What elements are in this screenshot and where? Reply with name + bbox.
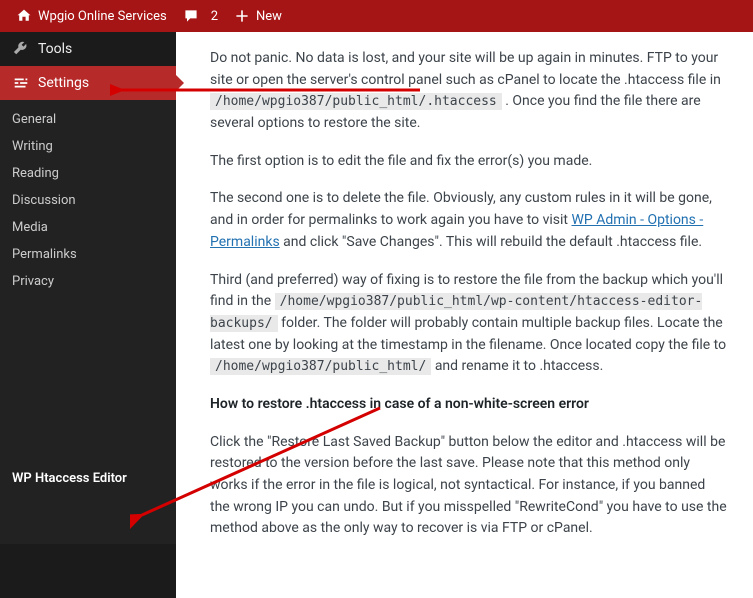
comments-count: 2 — [211, 9, 218, 24]
paragraph-intro: Do not panic. No data is lost, and your … — [210, 48, 727, 135]
paragraph-restore-button: Click the "Restore Last Saved Backup" bu… — [210, 432, 727, 540]
submenu-general[interactable]: General — [0, 106, 176, 133]
home-icon — [16, 8, 32, 24]
wrench-icon — [12, 40, 30, 58]
submenu-privacy[interactable]: Privacy — [0, 268, 176, 295]
submenu-discussion[interactable]: Discussion — [0, 187, 176, 214]
submenu-media[interactable]: Media — [0, 214, 176, 241]
heading-non-white-screen: How to restore .htaccess in case of a no… — [210, 394, 727, 416]
submenu-writing[interactable]: Writing — [0, 133, 176, 160]
code-htaccess-path: /home/wpgio387/public_html/.htaccess — [210, 93, 502, 110]
new-link[interactable]: New — [226, 0, 290, 32]
sliders-icon — [12, 74, 30, 92]
paragraph-option1: The first option is to edit the file and… — [210, 151, 727, 173]
site-link[interactable]: Wpgio Online Services — [8, 0, 175, 32]
site-name: Wpgio Online Services — [38, 9, 167, 24]
text: and click "Save Changes". This will rebu… — [283, 234, 702, 250]
text: folder. The folder will probably contain… — [210, 315, 726, 353]
main-content: Do not panic. No data is lost, and your … — [176, 32, 753, 598]
submenu-wp-htaccess-editor[interactable]: WP Htaccess Editor — [0, 465, 176, 492]
submenu-reading[interactable]: Reading — [0, 160, 176, 187]
comments-link[interactable]: 2 — [175, 0, 226, 32]
menu-settings[interactable]: Settings — [0, 66, 176, 100]
admin-sidebar: Tools Settings General Writing Reading D… — [0, 32, 176, 598]
submenu-permalinks[interactable]: Permalinks — [0, 241, 176, 268]
plus-icon — [234, 8, 250, 24]
menu-tools[interactable]: Tools — [0, 32, 176, 66]
strong-text: How to restore .htaccess in case of a no… — [210, 396, 589, 412]
paragraph-option2: The second one is to delete the file. Ob… — [210, 188, 727, 253]
new-label: New — [256, 9, 282, 24]
text: and rename it to .htaccess. — [435, 358, 603, 374]
menu-tools-label: Tools — [38, 41, 72, 57]
menu-settings-label: Settings — [38, 75, 89, 91]
paragraph-option3: Third (and preferred) way of fixing is t… — [210, 270, 727, 378]
comment-icon — [183, 8, 199, 24]
code-publichtml-path: /home/wpgio387/public_html/ — [210, 358, 431, 375]
text: Do not panic. No data is lost, and your … — [210, 50, 721, 88]
admin-toolbar: Wpgio Online Services 2 New — [0, 0, 753, 32]
settings-submenu: General Writing Reading Discussion Media… — [0, 100, 176, 544]
